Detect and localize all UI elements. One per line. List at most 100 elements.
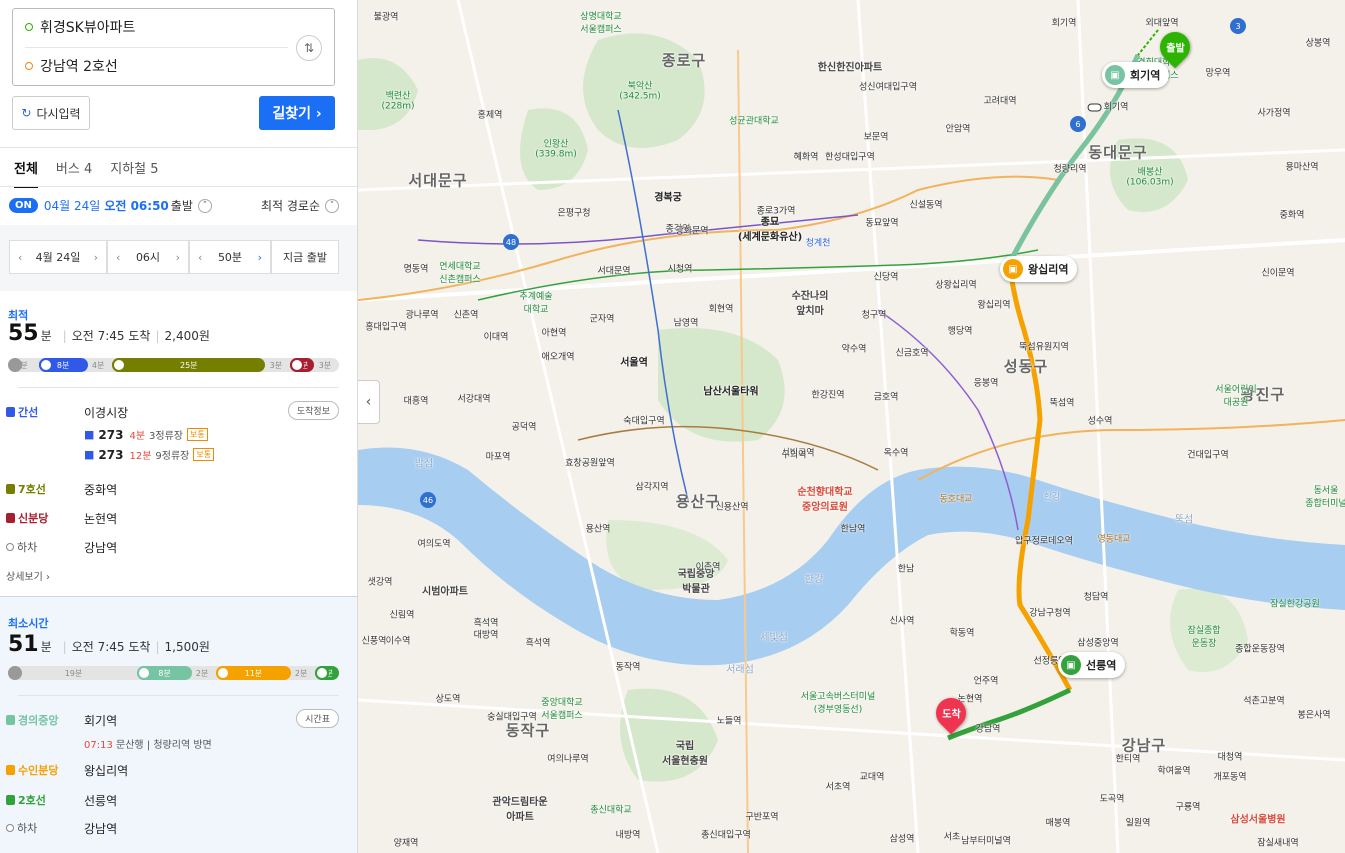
stream-label[interactable]: 청계천 — [806, 236, 831, 249]
apartment-label[interactable]: 관악드림타운 아파트 — [492, 793, 547, 823]
station-label[interactable]: 은평구청 — [557, 206, 590, 219]
arrival-info-button[interactable]: 도착정보 — [287, 401, 339, 420]
station-label[interactable]: 여의도역 — [417, 537, 450, 550]
station-label[interactable]: 명동역 — [404, 262, 429, 275]
station-label[interactable]: 교대역 — [860, 770, 885, 783]
terminal-label[interactable]: 서울고속버스터미널 (경부영동선) — [801, 689, 876, 715]
station-label[interactable]: 숭실대입구역 — [487, 710, 537, 723]
station-label[interactable]: 효창공원앞역 — [565, 456, 615, 469]
station-label[interactable]: 중화역 — [1280, 208, 1305, 221]
station-label[interactable]: 한강진역 — [811, 388, 844, 401]
station-label[interactable]: 흑석역 — [474, 616, 499, 629]
route-card-fastest[interactable]: 최소시간 51 분 | 오전 7:45 도착 | 1,500원 19분 8분 2분 1… — [0, 596, 357, 853]
station-label[interactable]: 신용산역 — [715, 500, 748, 513]
station-label[interactable]: 뚝섬역 — [1050, 396, 1075, 409]
station-label[interactable]: 건대입구역 — [1187, 448, 1228, 461]
station-label[interactable]: 남영역 — [674, 316, 699, 329]
station-label[interactable]: 애오개역 — [541, 350, 574, 363]
collapse-panel-button[interactable]: ‹ — [358, 380, 380, 424]
departure-toggle[interactable]: ON — [9, 198, 38, 213]
next-date-icon[interactable]: › — [94, 251, 98, 264]
timetable-button[interactable]: 시간표 — [296, 709, 339, 728]
station-label[interactable]: 회기역 — [1087, 100, 1128, 113]
station-label[interactable]: 일원역 — [1126, 816, 1151, 829]
station-label[interactable]: 상봉역 — [1306, 36, 1331, 49]
station-label[interactable]: 회기역 — [1052, 16, 1077, 29]
station-label[interactable]: 성수역 — [1088, 414, 1113, 427]
station-label[interactable]: 왕십리역 — [977, 298, 1010, 311]
find-route-button[interactable]: 길찾기 › — [259, 96, 335, 130]
stadium-label[interactable]: 잠실종합 운동장 — [1187, 623, 1220, 649]
station-label[interactable]: 총신대입구역 — [701, 828, 751, 841]
landmark-label[interactable]: 남산서울타워 — [703, 383, 758, 398]
hospital-label[interactable]: 순천향대학교 중앙의료원 — [797, 483, 852, 513]
origin-field[interactable]: 휘경SK뷰아파트 — [25, 17, 135, 37]
detail-link[interactable]: 상세보기 › — [6, 568, 50, 583]
station-label[interactable]: 공덕역 — [512, 420, 537, 433]
transfer-callout[interactable]: ▣ 선릉역 — [1058, 652, 1126, 678]
university-label[interactable]: 추계예술 대학교 — [519, 289, 552, 315]
station-label[interactable]: 시청역 — [668, 262, 693, 275]
station-label[interactable]: 삼각지역 — [635, 480, 668, 493]
station-label[interactable]: 뚝섬유원지역 — [1019, 340, 1069, 353]
station-label[interactable]: 매봉역 — [1046, 816, 1071, 829]
bus-line[interactable]: ■ 273 4분 3정류장 보통 — [84, 427, 208, 442]
station-label[interactable]: 광나루역 — [405, 308, 438, 321]
station-label[interactable]: 용마산역 — [1285, 160, 1318, 173]
station-label[interactable]: 아현역 — [542, 326, 567, 339]
station-label[interactable]: 구반포역 — [745, 810, 778, 823]
station-label[interactable]: 서대문역 — [597, 264, 630, 277]
station-label[interactable]: 동묘앞역 — [865, 216, 898, 229]
swap-button[interactable]: ⇅ — [296, 35, 322, 61]
station-label[interactable]: 망우역 — [1206, 66, 1231, 79]
station-label[interactable]: 석촌고분역 — [1243, 694, 1284, 707]
station-label[interactable]: 대방역 — [474, 628, 499, 641]
station-label[interactable]: 신설동역 — [909, 198, 942, 211]
hospital-label[interactable]: 삼성서울병원 — [1230, 811, 1285, 826]
station-label[interactable]: 언주역 — [974, 674, 999, 687]
apartment-label[interactable]: 시범아파트 — [422, 583, 468, 598]
station-label[interactable]: 홍제역 — [478, 108, 503, 121]
station-label[interactable]: 신촌역 — [454, 308, 479, 321]
university-label[interactable]: 중앙대학교 서울캠퍼스 — [541, 695, 582, 721]
prev-date-icon[interactable]: ‹ — [18, 251, 22, 264]
station-label[interactable]: 샛강역 — [368, 575, 393, 588]
prev-minute-icon[interactable]: ‹ — [198, 251, 202, 264]
departure-time[interactable]: 오전 06:50 — [104, 197, 168, 214]
depart-now-button[interactable]: 지금 출발 — [271, 240, 339, 274]
station-label[interactable]: 남부터미널역 — [961, 834, 1011, 847]
station-label[interactable]: 성신여대입구역 — [859, 80, 917, 93]
reset-button[interactable]: ↻ 다시입력 — [12, 96, 90, 130]
station-label[interactable]: 이촌역 — [696, 560, 721, 573]
station-label[interactable]: 신금호역 — [895, 346, 928, 359]
station-label[interactable]: 대흥역 — [404, 394, 429, 407]
station-label[interactable]: 구룡역 — [1176, 800, 1201, 813]
station-label[interactable]: 압구정로데오역 — [1015, 534, 1073, 547]
station-label[interactable]: 서강대역 — [457, 392, 490, 405]
station-label[interactable]: 강남역 — [976, 722, 1001, 735]
station-label[interactable]: 내방역 — [616, 828, 641, 841]
station-label[interactable]: 응봉역 — [974, 376, 999, 389]
station-label[interactable]: 상왕십리역 — [935, 278, 976, 291]
station-label[interactable]: 외대앞역 — [1145, 16, 1178, 29]
station-label[interactable]: 신당역 — [874, 270, 899, 283]
station-label[interactable]: 강남구청역 — [1029, 606, 1070, 619]
station-label[interactable]: 이대역 — [484, 330, 509, 343]
station-label[interactable]: 불광역 — [374, 10, 399, 23]
station-label[interactable]: 행당역 — [948, 324, 973, 337]
station-label[interactable]: 봉은사역 — [1297, 708, 1330, 721]
station-label[interactable]: 구의역 — [782, 448, 807, 461]
station-label[interactable]: 고려대역 — [983, 94, 1016, 107]
departure-date[interactable]: 04월 24일 — [44, 197, 100, 214]
heritage-label[interactable]: 종묘 (세계문화유산) — [738, 213, 802, 243]
transfer-callout[interactable]: ▣ 왕십리역 — [1000, 256, 1078, 282]
station-label[interactable]: 옥수역 — [884, 446, 909, 459]
university-label[interactable]: 총신대학교 — [590, 803, 631, 816]
terminal-label[interactable]: 동서울 종합터미널 — [1305, 483, 1345, 509]
station-label[interactable]: 도곡역 — [1100, 792, 1125, 805]
station-label[interactable]: 혜화역 — [794, 150, 819, 163]
station-label[interactable]: 서울역 — [620, 354, 648, 369]
destination-field[interactable]: 강남역 2호선 — [25, 56, 118, 76]
station-label[interactable]: 마포역 — [486, 450, 511, 463]
tab-subway[interactable]: 지하철 5 — [110, 158, 158, 188]
